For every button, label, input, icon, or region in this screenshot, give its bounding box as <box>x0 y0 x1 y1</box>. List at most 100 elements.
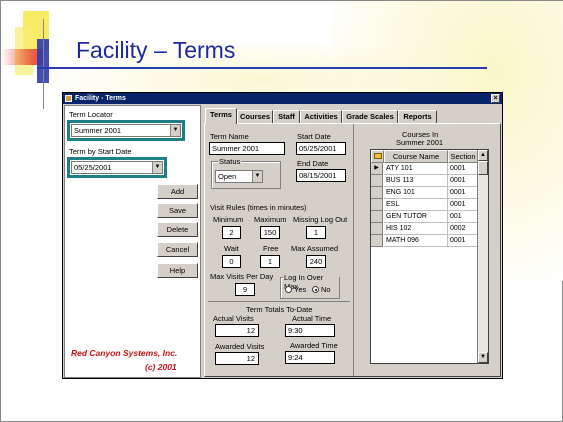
course-name-cell: ATY 101 <box>384 163 448 175</box>
section-cell: 001 <box>448 211 478 223</box>
table-row[interactable]: BUS 113 0001 <box>371 175 478 187</box>
row-selector <box>371 235 383 247</box>
help-button[interactable]: Help <box>157 263 198 278</box>
slide-title: Facility – Terms <box>76 37 236 63</box>
table-row[interactable]: HIS 102 0002 <box>371 223 478 235</box>
save-button[interactable]: Save <box>157 203 198 218</box>
tab-grade-scales[interactable]: Grade Scales <box>342 110 398 124</box>
table-row[interactable]: MATH 096 0001 <box>371 235 478 247</box>
delete-button[interactable]: Delete <box>157 222 198 237</box>
section-cell: 0001 <box>448 163 478 175</box>
max-visits-field[interactable]: 9 <box>235 283 255 296</box>
scroll-thumb[interactable] <box>478 161 488 175</box>
maximum-field[interactable]: 150 <box>260 226 280 239</box>
term-locator-value: Summer 2001 <box>74 126 122 135</box>
facility-terms-window: Facility - Terms × Term Locator Summer 2… <box>62 92 503 379</box>
column-header-course-name[interactable]: Course Name <box>384 150 448 163</box>
missing-logout-field[interactable]: 1 <box>306 226 326 239</box>
start-date-label: Start Date <box>297 132 331 141</box>
row-selector <box>371 223 383 235</box>
awarded-time-field: 9:24 <box>285 351 335 364</box>
term-name-field[interactable]: Summer 2001 <box>209 142 285 155</box>
no-label: No <box>321 285 331 294</box>
status-label: Status <box>218 157 242 166</box>
free-label: Free <box>263 244 279 253</box>
add-button[interactable]: Add <box>157 184 198 199</box>
panel-divider <box>353 124 354 376</box>
copyright-text: (c) 2001 <box>145 362 177 372</box>
awarded-visits-field: 12 <box>215 352 259 365</box>
row-selector <box>371 199 383 211</box>
maximum-label: Maximum <box>254 215 287 224</box>
grid-scrollbar[interactable]: ▲ ▼ <box>477 150 488 363</box>
course-name-cell: HIS 102 <box>384 223 448 235</box>
cancel-button-label: Cancel <box>165 245 190 254</box>
actual-time-label: Actual Time <box>292 314 332 323</box>
section-cell: 0002 <box>448 223 478 235</box>
window-titlebar: Facility - Terms × <box>63 93 502 104</box>
course-name-cell: GEN TUTOR <box>384 211 448 223</box>
section-cell: 0001 <box>448 235 478 247</box>
deco-vertical-line <box>43 19 44 109</box>
course-name-cell: MATH 096 <box>384 235 448 247</box>
term-locator-label: Term Locator <box>69 110 113 119</box>
minimum-label: Minimum <box>213 215 244 224</box>
term-by-start-combo[interactable]: 05/25/2001 ▼ <box>71 161 163 174</box>
save-button-label: Save <box>168 206 187 215</box>
term-name-label: Term Name <box>210 132 249 141</box>
start-date-field[interactable]: 05/25/2001 <box>296 142 346 155</box>
yes-label: Yes <box>294 285 307 294</box>
row-selector <box>371 211 383 223</box>
tab-staff[interactable]: Staff <box>273 110 300 124</box>
tab-terms[interactable]: Terms <box>205 108 237 124</box>
totals-label: Term Totals To-Date <box>246 305 313 314</box>
left-panel: Term Locator Summer 2001 ▼ Term by Start… <box>64 105 201 378</box>
free-field[interactable]: 1 <box>260 255 280 268</box>
tab-reports[interactable]: Reports <box>398 110 437 124</box>
max-assumed-field[interactable]: 240 <box>306 255 326 268</box>
term-by-start-value: 05/25/2001 <box>74 163 112 172</box>
end-date-field[interactable]: 08/15/2001 <box>296 169 346 182</box>
delete-button-label: Delete <box>166 225 189 234</box>
awarded-time-label: Awarded Time <box>290 341 338 350</box>
wait-label: Wait <box>224 244 239 253</box>
table-row[interactable]: GEN TUTOR 001 <box>371 211 478 223</box>
actual-visits-field: 12 <box>215 324 259 337</box>
cancel-button[interactable]: Cancel <box>157 242 198 257</box>
courses-grid[interactable]: Course Name Section ▶ ATY 101 0001 BUS 1… <box>370 149 489 364</box>
chevron-down-icon[interactable]: ▼ <box>170 125 180 136</box>
table-row[interactable]: ENG 101 0001 <box>371 187 478 199</box>
course-name-cell: ESL <box>384 199 448 211</box>
awarded-visits-label: Awarded Visits <box>215 342 265 351</box>
visit-rules-label: Visit Rules (times in minutes) <box>210 203 307 212</box>
table-row[interactable]: ▶ ATY 101 0001 <box>371 163 478 175</box>
actual-visits-label: Actual Visits <box>213 314 254 323</box>
scroll-down-icon[interactable]: ▼ <box>478 352 488 363</box>
chevron-down-icon[interactable]: ▼ <box>152 162 162 173</box>
column-header-section[interactable]: Section <box>448 150 478 163</box>
tab-activities[interactable]: Activities <box>300 110 342 124</box>
close-icon[interactable]: × <box>491 94 500 103</box>
tab-courses[interactable]: Courses <box>237 110 273 124</box>
slide: Facility – Terms Facility - Terms × Term… <box>0 0 563 422</box>
row-selector <box>371 175 383 187</box>
row-selector-icon: ▶ <box>371 163 383 175</box>
brand-text: Red Canyon Systems, Inc. <box>71 348 178 358</box>
wait-field[interactable]: 0 <box>222 255 241 268</box>
minimum-field[interactable]: 2 <box>222 226 241 239</box>
yes-radio[interactable] <box>285 286 292 293</box>
status-value: Open <box>218 172 237 181</box>
add-button-label: Add <box>170 187 185 196</box>
courses-heading-2: Summer 2001 <box>396 138 444 147</box>
row-selector <box>371 187 383 199</box>
scroll-up-icon[interactable]: ▲ <box>478 150 488 161</box>
title-underline <box>37 67 487 69</box>
help-button-label: Help <box>169 266 186 275</box>
folder-icon <box>373 153 382 159</box>
no-radio[interactable] <box>312 286 319 293</box>
table-row[interactable]: ESL 0001 <box>371 199 478 211</box>
term-locator-combo[interactable]: Summer 2001 ▼ <box>71 124 181 137</box>
status-combo[interactable]: Open ▼ <box>215 170 263 183</box>
chevron-down-icon[interactable]: ▼ <box>252 171 262 182</box>
section-cell: 0001 <box>448 175 478 187</box>
